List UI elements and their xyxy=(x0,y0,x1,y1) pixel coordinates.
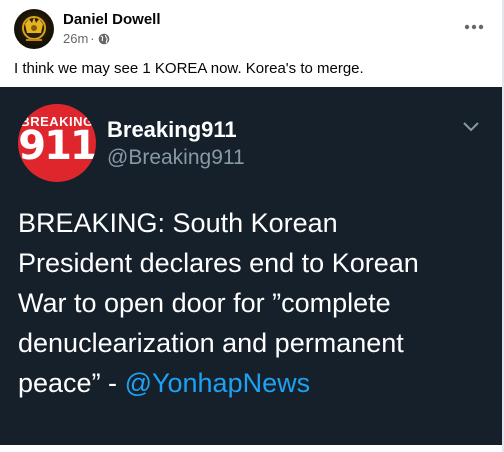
tweet-display-name: Breaking911 xyxy=(107,117,237,142)
globe-icon[interactable] xyxy=(98,33,110,45)
tweet-body: BREAKING: South Korean President declare… xyxy=(18,203,488,403)
tweet-avatar: BREAKING 911 xyxy=(18,104,96,182)
facebook-post: Daniel Dowell 26m · I think we may see 1… xyxy=(0,0,504,452)
tweet-line-last: peace” - @YonhapNews xyxy=(18,363,488,403)
post-text: I think we may see 1 KOREA now. Korea's … xyxy=(14,60,364,77)
author-avatar[interactable] xyxy=(14,9,54,49)
tweet-line: War to open door for ”complete xyxy=(18,288,391,318)
tweet-handle: @Breaking911 xyxy=(107,146,245,169)
author-name[interactable]: Daniel Dowell xyxy=(63,11,161,28)
tweet-line: peace” - xyxy=(18,368,125,398)
chevron-down-icon xyxy=(463,122,479,132)
tweet-screenshot[interactable]: BREAKING 911 Breaking911 @Breaking911 BR… xyxy=(0,87,502,445)
tweet-line: President declares end to Korean xyxy=(18,248,419,278)
tweet-avatar-number: 911 xyxy=(18,123,96,169)
post-header: Daniel Dowell 26m · xyxy=(14,9,490,49)
post-timestamp[interactable]: 26m xyxy=(63,31,88,46)
more-horizontal-icon xyxy=(464,24,484,30)
more-options-button[interactable] xyxy=(460,15,488,39)
tweet-line: denuclearization and permanent xyxy=(18,328,404,358)
post-meta: 26m · xyxy=(63,31,110,46)
tweet-mention-link: @YonhapNews xyxy=(124,368,311,398)
tweet-line: BREAKING: South Korean xyxy=(18,208,338,238)
meta-separator: · xyxy=(90,31,95,46)
avatar-emblem-icon xyxy=(22,16,46,41)
